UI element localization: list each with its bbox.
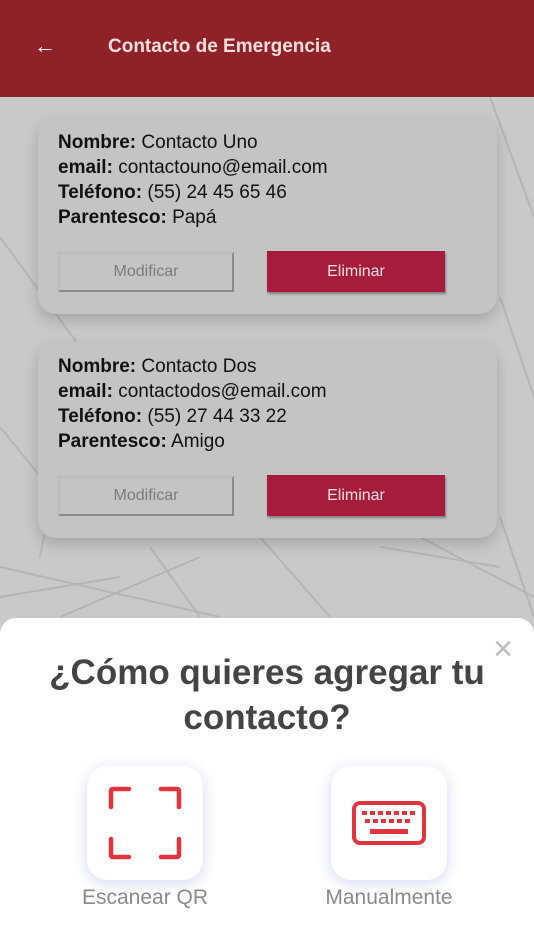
contact-email-row: email: contactodos@email.com [58,379,327,404]
contact-card: Nombre: Contacto Dos email: contactodos@… [38,342,497,538]
phone-label: Teléfono: [58,182,143,203]
contact-phone: (55) 27 44 33 22 [147,406,287,427]
contact-email: contactouno@email.com [118,157,328,178]
delete-button[interactable]: Eliminar [267,475,445,516]
manual-entry-button[interactable] [331,766,447,880]
contact-name: Contacto Uno [141,132,258,153]
scan-qr-label: Escanear QR [81,886,209,909]
keyboard-icon [352,801,426,845]
contact-name-row: Nombre: Contacto Uno [58,130,328,155]
phone-label: Teléfono: [58,406,143,427]
contact-card: Nombre: Contacto Uno email: contactouno@… [38,118,497,314]
contact-phone-row: Teléfono: (55) 27 44 33 22 [58,404,327,429]
contact-name-row: Nombre: Contacto Dos [58,354,327,379]
contact-email: contactodos@email.com [118,381,327,402]
manual-entry-label: Manualmente [325,886,453,909]
scan-qr-icon [108,786,182,860]
page-title: Contacto de Emergencia [108,36,331,57]
contact-info: Nombre: Contacto Uno email: contactouno@… [58,130,328,230]
app-header: ← Contacto de Emergencia [0,0,534,97]
modify-button[interactable]: Modificar [58,476,234,516]
modify-button[interactable]: Modificar [58,252,234,292]
email-label: email: [58,157,113,178]
contact-relation-row: Parentesco: Papá [58,205,328,230]
scan-qr-button[interactable] [87,766,203,880]
arrow-left-icon: ← [34,33,56,58]
delete-button[interactable]: Eliminar [267,251,445,292]
relation-label: Parentesco: [58,431,167,452]
contact-email-row: email: contactouno@email.com [58,155,328,180]
name-label: Nombre: [58,132,137,153]
contact-phone: (55) 24 45 65 46 [147,182,287,203]
contact-info: Nombre: Contacto Dos email: contactodos@… [58,354,327,454]
name-label: Nombre: [58,356,137,377]
contact-relation: Papá [172,207,217,228]
contact-relation-row: Parentesco: Amigo [58,429,327,454]
relation-label: Parentesco: [58,207,167,228]
contact-phone-row: Teléfono: (55) 24 45 65 46 [58,180,328,205]
email-label: email: [58,381,113,402]
contact-relation: Amigo [171,431,225,452]
contact-name: Contacto Dos [141,356,257,377]
sheet-title-text: ¿Cómo quieres agregar tu contacto? [49,653,485,737]
back-button[interactable]: ← [34,33,64,59]
sheet-title: ¿Cómo quieres agregar tu contacto? [0,650,534,740]
